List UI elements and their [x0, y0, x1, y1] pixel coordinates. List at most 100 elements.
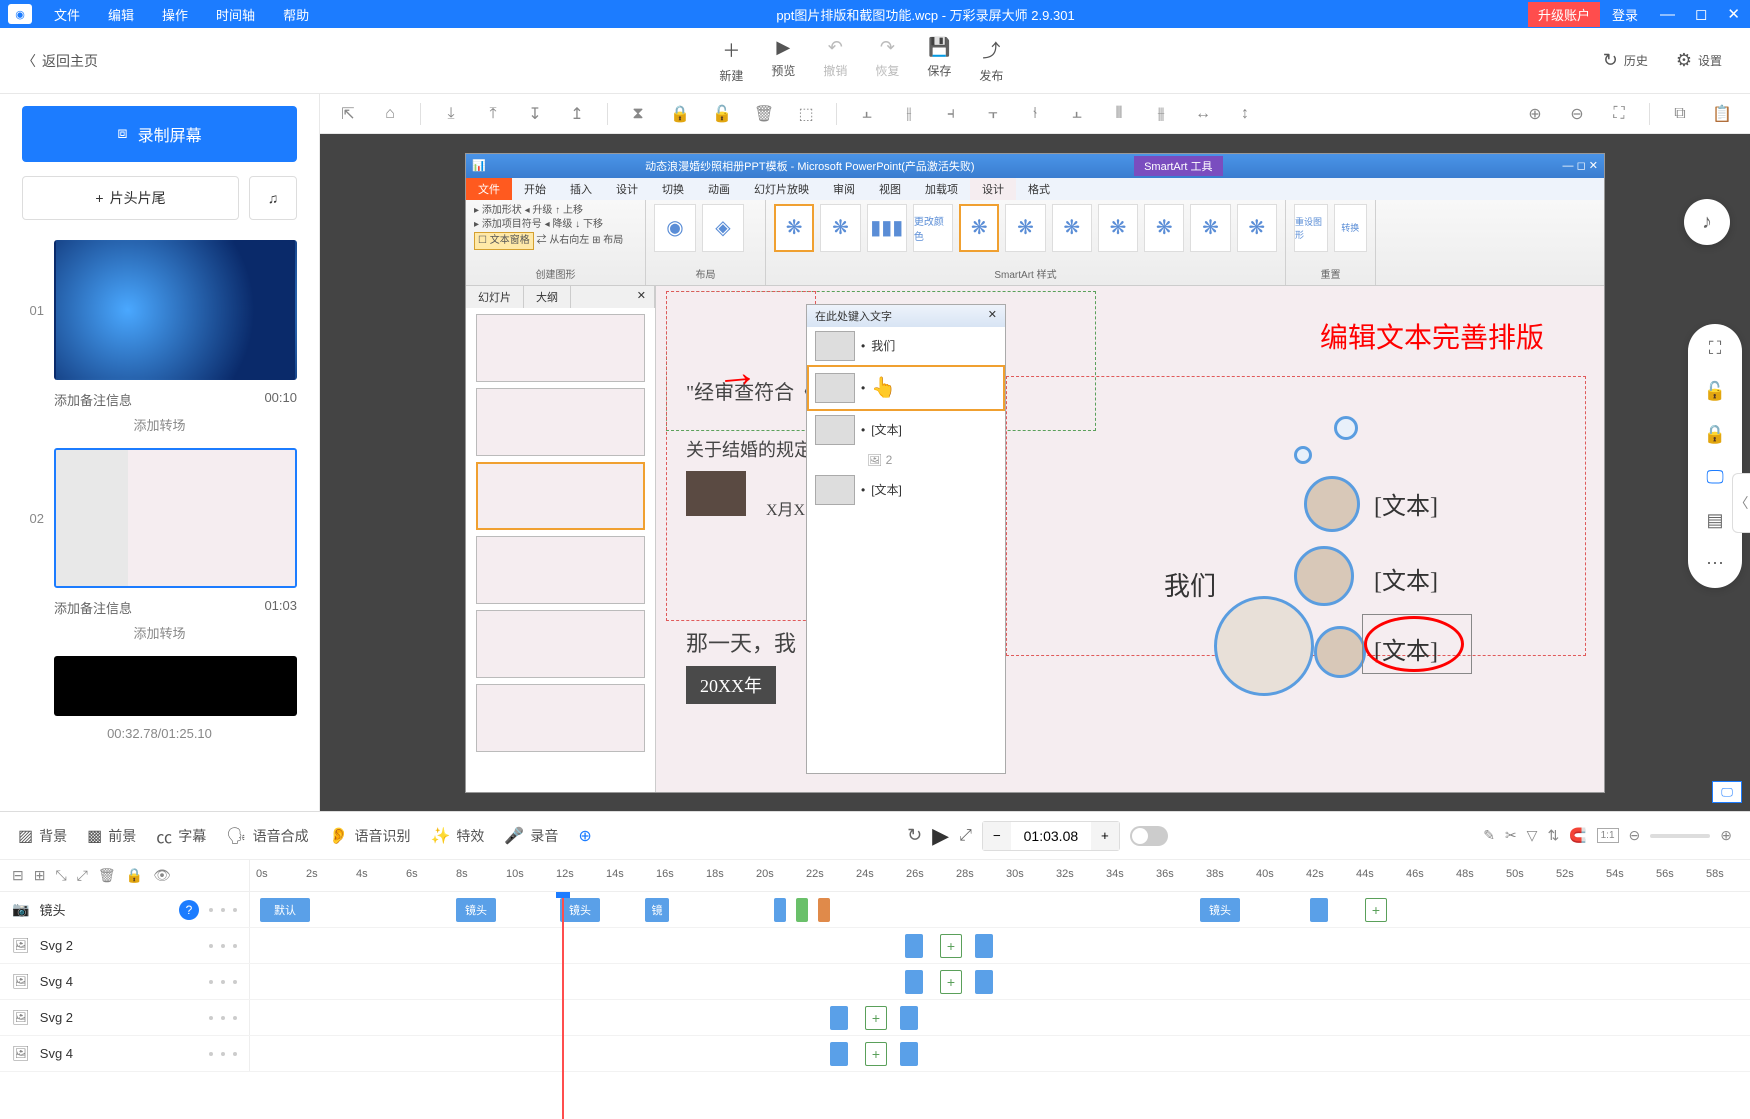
track-tool-icon[interactable]: ⤡ — [55, 867, 66, 884]
ppt-tab[interactable]: 格式 — [1016, 178, 1062, 200]
slides-tab[interactable]: 幻灯片 — [466, 286, 524, 308]
timeline-clip[interactable]: 镜头 — [1200, 898, 1240, 922]
menu-operate[interactable]: 操作 — [148, 5, 202, 24]
smartart-style[interactable]: ❋ — [1190, 204, 1230, 252]
align-bottom-icon[interactable]: ⤓ — [433, 96, 469, 132]
edit-icon[interactable]: ✎ — [1483, 827, 1495, 844]
slide-thumb[interactable] — [476, 388, 645, 456]
timeline-clip[interactable] — [796, 898, 808, 922]
timeline-tab-more[interactable]: ⊕ — [578, 826, 591, 846]
track-tool-icon[interactable]: ⊟ — [12, 867, 24, 884]
timeline-clip[interactable] — [900, 1006, 918, 1030]
timeline-tab-effects[interactable]: ✨特效 — [431, 826, 485, 846]
track-tool-icon[interactable]: 🔒 — [126, 867, 143, 884]
menu-help[interactable]: 帮助 — [269, 5, 323, 24]
scene-note[interactable]: 添加备注信息 — [54, 390, 132, 409]
display-icon[interactable]: 🖵 — [1706, 467, 1723, 488]
timeline-clip[interactable]: 镜 — [645, 898, 669, 922]
close-button[interactable]: ✕ — [1717, 5, 1750, 23]
ratio-icon[interactable]: 1:1 — [1597, 828, 1619, 843]
slide-thumb[interactable] — [476, 536, 645, 604]
time-stepper[interactable]: − + — [982, 821, 1120, 851]
layout-option[interactable]: ◉ — [654, 204, 696, 252]
track-tool-icon[interactable]: 🗑 — [98, 867, 116, 884]
slide-thumb[interactable] — [476, 314, 645, 382]
ppt-tab[interactable]: 加载项 — [913, 178, 970, 200]
minimize-button[interactable]: — — [1650, 6, 1685, 23]
add-transition[interactable]: 添加转场 — [22, 623, 297, 642]
title-credits-button[interactable]: +片头片尾 — [22, 176, 239, 220]
timeline-clip[interactable]: 镜头 — [560, 898, 600, 922]
play-icon[interactable]: ▶ — [932, 823, 949, 849]
center-h-icon[interactable]: ↔ — [1185, 96, 1221, 132]
help-icon[interactable]: ? — [179, 900, 199, 920]
crop-icon[interactable]: ⬚ — [788, 96, 824, 132]
current-time-input[interactable] — [1011, 822, 1091, 850]
menu-file[interactable]: 文件 — [40, 5, 94, 24]
selection-box[interactable] — [1362, 614, 1472, 674]
align-left-icon[interactable]: ⫠ — [849, 96, 885, 132]
ppt-tab-design[interactable]: 设计 — [970, 178, 1016, 200]
lock-icon[interactable]: 🔒 — [662, 96, 698, 132]
distribute-v-icon[interactable]: ⫵ — [1143, 96, 1179, 132]
menu-edit[interactable]: 编辑 — [94, 5, 148, 24]
timeline-tab-subtitle[interactable]: ㏄字幕 — [156, 824, 206, 848]
fullscreen-icon[interactable]: ⛶ — [1709, 338, 1722, 359]
timeline-tab-tts[interactable]: 🗣语音合成 — [226, 826, 308, 846]
smartart-style[interactable]: ❋ — [1144, 204, 1184, 252]
magnet-icon[interactable]: 🧲 — [1569, 827, 1586, 844]
layers-icon[interactable]: ▤ — [1706, 510, 1723, 531]
timeline-clip[interactable] — [774, 898, 786, 922]
lock-icon[interactable]: 🔓 — [1704, 381, 1726, 402]
add-transition[interactable]: 添加转场 — [22, 415, 297, 434]
timer-icon[interactable]: ⧗ — [620, 96, 656, 132]
more-icon[interactable]: ⋯ — [1706, 553, 1724, 574]
timeline-clip[interactable]: 镜头 — [456, 898, 496, 922]
record-screen-button[interactable]: ⧈ 录制屏幕 — [22, 106, 297, 162]
close-icon[interactable]: ✕ — [988, 308, 997, 324]
redo-button[interactable]: ↷恢复 — [875, 37, 899, 84]
scene-note[interactable]: 添加备注信息 — [54, 598, 132, 617]
add-clip-button[interactable]: + — [865, 1042, 887, 1066]
tool-export-icon[interactable]: ⇱ — [330, 96, 366, 132]
ppt-tab-file[interactable]: 文件 — [466, 178, 512, 200]
time-decrease[interactable]: − — [983, 822, 1011, 850]
replay-icon[interactable]: ↻ — [907, 825, 922, 846]
trash-icon[interactable]: 🗑 — [746, 96, 782, 132]
upgrade-button[interactable]: 升级账户 — [1528, 2, 1600, 27]
add-clip-button[interactable]: + — [940, 934, 962, 958]
filter-icon[interactable]: ▽ — [1527, 827, 1538, 844]
track-tool-icon[interactable]: ⊞ — [34, 867, 46, 884]
add-clip-button[interactable]: + — [865, 1006, 887, 1030]
time-increase[interactable]: + — [1091, 822, 1119, 850]
timeline-clip[interactable] — [975, 934, 993, 958]
background-music-button[interactable]: ♫ — [249, 176, 297, 220]
align-center-icon[interactable]: ⫲ — [891, 96, 927, 132]
reset-graphic[interactable]: 重设图形 — [1294, 204, 1328, 252]
align-up-icon[interactable]: ↥ — [559, 96, 595, 132]
ppt-tab[interactable]: 视图 — [867, 178, 913, 200]
unlock-icon[interactable]: 🔓 — [704, 96, 740, 132]
ppt-tab[interactable]: 审阅 — [821, 178, 867, 200]
smartart-style[interactable]: ❋ — [1052, 204, 1092, 252]
smartart-style[interactable]: ❋ — [774, 204, 814, 252]
menu-timeline[interactable]: 时间轴 — [202, 5, 269, 24]
zoom-slider[interactable] — [1650, 834, 1710, 838]
sort-icon[interactable]: ⇅ — [1547, 827, 1559, 844]
ppt-tab[interactable]: 设计 — [604, 178, 650, 200]
slide-thumb[interactable] — [476, 610, 645, 678]
smartart-text-pane[interactable]: 在此处键入文字✕ •我们 •👆 •[文本] 🖼 2 •[文本] — [806, 304, 1006, 774]
outline-tab[interactable]: 大纲 — [524, 286, 571, 308]
minimap-icon[interactable]: 🖵 — [1712, 781, 1742, 803]
smartart-style[interactable]: ❋ — [1237, 204, 1277, 252]
align-top2-icon[interactable]: ⫟ — [975, 96, 1011, 132]
align-bottom2-icon[interactable]: ⫠ — [1059, 96, 1095, 132]
scene-thumbnail[interactable] — [54, 656, 297, 716]
ppt-tab[interactable]: 插入 — [558, 178, 604, 200]
zoom-out-icon[interactable]: ⊖ — [1559, 96, 1595, 132]
ppt-tab[interactable]: 幻灯片放映 — [742, 178, 821, 200]
snap-toggle[interactable] — [1130, 826, 1168, 846]
timeline-clip[interactable] — [830, 1042, 848, 1066]
save-button[interactable]: 💾保存 — [927, 37, 951, 84]
copy-icon[interactable]: ⧉ — [1662, 96, 1698, 132]
